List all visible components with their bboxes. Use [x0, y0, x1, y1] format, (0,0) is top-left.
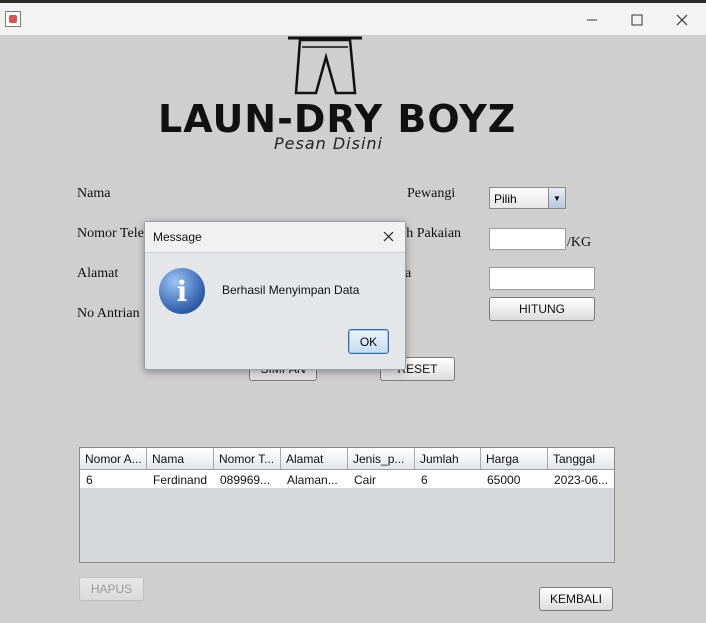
label-no-antrian: No Antrian [77, 306, 140, 321]
app-subtitle: Pesan Disini [274, 134, 383, 153]
table-row[interactable]: 6 Ferdinand 089969... Alaman... Cair 6 6… [80, 470, 614, 488]
java-app-icon [5, 11, 21, 27]
table-cell: Cair [354, 473, 377, 487]
close-icon [383, 231, 393, 241]
table-header: Nomor A... Nama Nomor T... Alamat Jenis_… [80, 448, 614, 470]
column-header[interactable]: Jumlah [415, 448, 481, 469]
column-header[interactable]: Harga [481, 448, 548, 469]
close-button[interactable] [660, 7, 704, 33]
label-nama: Nama [77, 186, 111, 201]
pewangi-selected-value: Pilih [494, 192, 517, 206]
maximize-icon [631, 14, 643, 26]
table-cell: 6 [86, 473, 93, 487]
dialog-title-bar: Message [145, 222, 405, 253]
table-cell: 65000 [487, 473, 521, 487]
close-icon [676, 14, 688, 26]
table-cell: 2023-06... [554, 473, 609, 487]
dialog-title: Message [153, 230, 202, 244]
chevron-down-icon[interactable]: ▼ [548, 188, 565, 208]
hitung-button[interactable]: HITUNG [489, 297, 595, 321]
kembali-button[interactable]: KEMBALI [539, 587, 613, 611]
unit-kg-label: /KG [567, 235, 592, 250]
label-pewangi: Pewangi [407, 186, 456, 201]
column-header[interactable]: Jenis_p... [348, 448, 415, 469]
dialog-close-button[interactable] [379, 226, 397, 246]
column-header[interactable]: Nama [147, 448, 214, 469]
column-header[interactable]: Tanggal [548, 448, 614, 469]
column-header[interactable]: Nomor T... [214, 448, 281, 469]
label-nomor-telepon: Nomor Tele [77, 226, 144, 241]
harga-input[interactable] [489, 267, 595, 290]
table-cell: 6 [421, 473, 428, 487]
orders-table[interactable]: Nomor A... Nama Nomor T... Alamat Jenis_… [79, 447, 615, 563]
ok-button[interactable]: OK [348, 329, 389, 354]
table-cell: Ferdinand [153, 473, 208, 487]
maximize-button[interactable] [615, 7, 659, 33]
hapus-button[interactable]: HAPUS [79, 577, 144, 601]
info-icon: i [159, 268, 205, 314]
label-alamat: Alamat [77, 266, 119, 281]
jumlah-pakaian-input[interactable] [489, 228, 566, 250]
table-cell: 089969... [220, 473, 271, 487]
minimize-button[interactable] [570, 7, 614, 33]
title-bar [0, 0, 706, 35]
column-header[interactable]: Nomor A... [80, 448, 147, 469]
pewangi-select[interactable]: Pilih ▼ [489, 187, 566, 209]
column-header[interactable]: Alamat [281, 448, 348, 469]
dialog-message: Berhasil Menyimpan Data [222, 283, 360, 297]
message-dialog: Message i Berhasil Menyimpan Data OK [144, 221, 406, 370]
main-panel: LAUN-DRY BOYZ Pesan Disini Nama Nomor Te… [0, 35, 706, 623]
label-jumlah-pakaian: ah Pakaian [400, 226, 462, 241]
table-cell: Alaman... [287, 473, 338, 487]
minimize-icon [587, 19, 597, 21]
